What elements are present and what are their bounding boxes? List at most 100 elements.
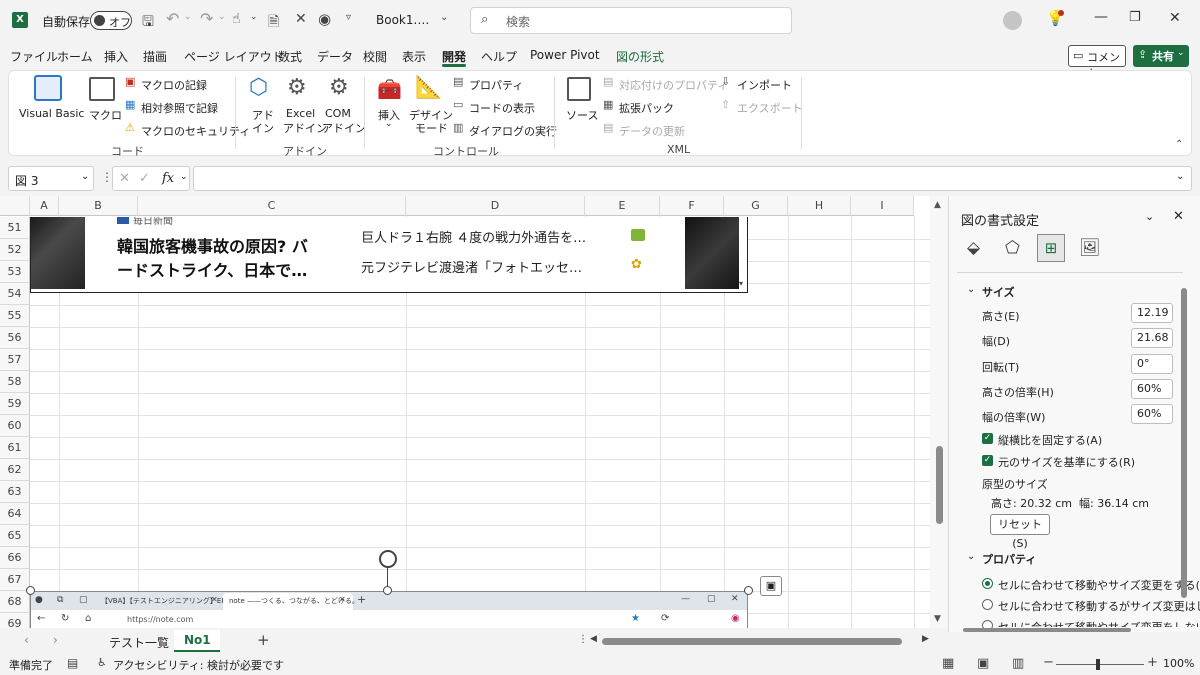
relative-original-checkbox[interactable]: ✓ bbox=[982, 455, 993, 466]
record-icon[interactable]: ◉ bbox=[318, 10, 331, 28]
hscroll-right-icon[interactable]: ▶ bbox=[922, 634, 929, 644]
formula-input[interactable]: ⌄ bbox=[193, 166, 1192, 191]
close-icon[interactable]: ✕ bbox=[1169, 10, 1181, 26]
row-header[interactable]: 65 bbox=[0, 525, 30, 547]
tab-picture-format[interactable]: 図の形式 bbox=[616, 48, 664, 65]
row-header[interactable]: 61 bbox=[0, 437, 30, 459]
pane-close-icon[interactable]: ✕ bbox=[1173, 209, 1184, 224]
hscroll-left-icon[interactable]: ◀ bbox=[590, 634, 597, 644]
tab-review[interactable]: 校閲 bbox=[363, 48, 387, 65]
tab-file[interactable]: ファイル bbox=[10, 48, 58, 65]
scroll-up-icon[interactable]: ▲ bbox=[934, 200, 941, 210]
height-input[interactable]: 12.19 c bbox=[1131, 303, 1173, 323]
page-layout-view-icon[interactable]: ▣ bbox=[977, 656, 989, 671]
zoom-level[interactable]: 100% bbox=[1163, 657, 1194, 670]
search-box[interactable]: ⌕ 検索 bbox=[470, 7, 792, 34]
tab-developer[interactable]: 開発 bbox=[442, 48, 466, 65]
tab-page-layout[interactable]: ページ レイアウト bbox=[184, 48, 284, 65]
accessibility-status[interactable]: アクセシビリティ: 検討が必要です bbox=[113, 657, 284, 673]
macro-button[interactable]: マクロ bbox=[89, 107, 122, 123]
addin-button-line2[interactable]: イン bbox=[252, 120, 274, 136]
scroll-down-icon[interactable]: ▼ bbox=[934, 614, 941, 624]
row-header[interactable]: 62 bbox=[0, 459, 30, 481]
redo-dropdown-icon[interactable]: ⌄ bbox=[218, 12, 226, 22]
macro-record-status-icon[interactable]: ▤ bbox=[67, 656, 78, 670]
row-header[interactable]: 51 bbox=[0, 217, 30, 239]
zoom-in-icon[interactable]: + bbox=[1147, 655, 1158, 670]
com-addin-line1[interactable]: COM bbox=[325, 107, 351, 120]
scale-height-input[interactable]: 60% bbox=[1131, 379, 1173, 399]
tab-home[interactable]: ホーム bbox=[57, 48, 93, 65]
zoom-slider-track[interactable] bbox=[1056, 664, 1144, 665]
row-header[interactable]: 56 bbox=[0, 327, 30, 349]
column-header-d[interactable]: D bbox=[406, 196, 585, 216]
scale-width-input[interactable]: 60% bbox=[1131, 404, 1173, 424]
worksheet-grid[interactable]: A B C D E F G H I 51 52 53 54 55 56 57 5… bbox=[0, 196, 948, 628]
row-header[interactable]: 66 bbox=[0, 547, 30, 569]
tab-formulas[interactable]: 数式 bbox=[278, 48, 302, 65]
touch-mode-icon[interactable]: ☝ bbox=[232, 11, 241, 27]
undo-dropdown-icon[interactable]: ⌄ bbox=[184, 12, 192, 22]
restore-icon[interactable]: ❐ bbox=[1129, 10, 1141, 25]
size-properties-icon[interactable]: ⊞ bbox=[1037, 234, 1065, 262]
normal-view-icon[interactable]: ▦ bbox=[942, 656, 954, 671]
customize-qat-icon[interactable]: ▿ bbox=[346, 12, 351, 23]
save-icon[interactable]: 🖫 bbox=[142, 11, 154, 35]
row-header[interactable]: 52 bbox=[0, 239, 30, 261]
tab-view[interactable]: 表示 bbox=[402, 48, 426, 65]
visual-basic-button[interactable]: Visual Basic bbox=[19, 107, 84, 120]
vertical-scroll-thumb[interactable] bbox=[936, 446, 943, 524]
com-addin-line2[interactable]: アドイン bbox=[322, 120, 366, 136]
tab-data[interactable]: データ bbox=[317, 48, 353, 65]
row-header[interactable]: 68 bbox=[0, 591, 30, 613]
column-header-h[interactable]: H bbox=[788, 196, 851, 216]
horizontal-scroll-thumb[interactable] bbox=[602, 638, 902, 645]
row-header[interactable]: 57 bbox=[0, 349, 30, 371]
account-avatar[interactable] bbox=[1003, 11, 1022, 30]
share-button[interactable]: ⇪ 共有 ⌄ bbox=[1133, 45, 1189, 67]
tab-insert[interactable]: 挿入 bbox=[104, 48, 128, 65]
tab-help[interactable]: ヘルプ bbox=[481, 48, 517, 65]
row-header[interactable]: 58 bbox=[0, 371, 30, 393]
accessibility-icon[interactable]: ♿ bbox=[97, 656, 107, 669]
touch-dropdown-icon[interactable]: ⌄ bbox=[250, 12, 258, 22]
select-all-corner[interactable] bbox=[0, 196, 30, 216]
picture-icon[interactable]: 🖼 bbox=[1079, 238, 1101, 258]
properties-section-header[interactable]: プロパティ bbox=[982, 551, 1036, 567]
column-header-g[interactable]: G bbox=[724, 196, 788, 216]
record-macro-button[interactable]: マクロの記録 bbox=[141, 77, 207, 93]
filename-dropdown-icon[interactable]: ⌄ bbox=[440, 12, 448, 23]
effects-icon[interactable]: ⬠ bbox=[1005, 238, 1020, 258]
prop-move-size-radio[interactable] bbox=[982, 578, 993, 589]
run-dialog-button[interactable]: ダイアログの実行 bbox=[469, 123, 557, 139]
undo-icon[interactable]: ↶ bbox=[166, 9, 179, 28]
picture-news[interactable]: 毎日新聞 韓国旅客機事故の原因? バ ードストライク、日本で… 巨人ドラ１右腕 … bbox=[30, 217, 748, 293]
row-header[interactable]: 55 bbox=[0, 305, 30, 327]
autosave-toggle[interactable]: オフ bbox=[90, 11, 132, 30]
column-header-f[interactable]: F bbox=[660, 196, 724, 216]
minimize-icon[interactable]: — bbox=[1094, 9, 1108, 25]
rotation-handle-icon[interactable] bbox=[379, 550, 397, 568]
import-button[interactable]: インポート bbox=[737, 77, 792, 93]
properties-collapse-icon[interactable]: ⌄ bbox=[967, 551, 975, 562]
column-header-b[interactable]: B bbox=[59, 196, 138, 216]
row-header[interactable]: 64 bbox=[0, 503, 30, 525]
reset-button[interactable]: リセット(S) bbox=[990, 514, 1050, 550]
row-header[interactable]: 54 bbox=[0, 283, 30, 305]
map-properties-button[interactable]: 対応付けのプロパティ bbox=[619, 77, 728, 93]
tab-draw[interactable]: 描画 bbox=[143, 48, 167, 65]
view-code-button[interactable]: コードの表示 bbox=[469, 100, 535, 116]
selection-handle[interactable] bbox=[383, 586, 392, 595]
zoom-out-icon[interactable]: − bbox=[1043, 655, 1054, 670]
enter-icon[interactable]: ✓ bbox=[139, 171, 150, 186]
pane-horizontal-scrollbar[interactable] bbox=[963, 628, 1131, 632]
sheet-tab-test-list[interactable]: テスト一覧 bbox=[109, 634, 169, 651]
expansion-pack-button[interactable]: 拡張パック bbox=[619, 100, 674, 116]
size-section-header[interactable]: サイズ bbox=[982, 284, 1015, 300]
zoom-slider-thumb[interactable] bbox=[1096, 659, 1100, 670]
layout-options-icon[interactable]: ▣ bbox=[760, 576, 782, 596]
insert-function-icon[interactable]: fx bbox=[162, 171, 174, 186]
properties-button[interactable]: プロパティ bbox=[469, 77, 523, 93]
pane-scrollbar[interactable] bbox=[1181, 288, 1187, 598]
fill-line-icon[interactable]: ⬙ bbox=[967, 238, 980, 258]
